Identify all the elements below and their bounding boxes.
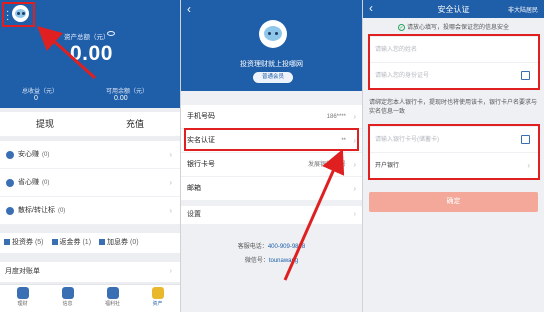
- coupon-item[interactable]: 返金券 (1): [51, 233, 91, 253]
- product-count: (0): [42, 180, 50, 186]
- row-label: 银行卡号: [187, 161, 215, 168]
- screenshot-collage: · · · 资产总额（元） 0.00 总收益（元） 0 可用余额（元） 0.00 提…: [0, 0, 544, 312]
- product-label: 安心赚: [18, 151, 39, 158]
- coupon-item[interactable]: 加息券 (0): [99, 233, 139, 253]
- product-icon: [6, 151, 14, 159]
- confirm-button[interactable]: 确定: [369, 192, 538, 212]
- chevron-right-icon: ›: [169, 178, 172, 187]
- list-item[interactable]: 散标/转让标 (0) ›: [0, 197, 180, 225]
- row-label: 邮箱: [187, 185, 201, 192]
- action-buttons: 提现 充值: [0, 112, 180, 136]
- list-item[interactable]: 安心赚 (0) ›: [0, 141, 180, 169]
- info-icon: [61, 287, 74, 299]
- security-verification-screen: ‹ 安全认证 非大陆居民 ✓ 请放心填写，投哪会保证您的信息安全 请输入您的姓名 …: [363, 0, 544, 312]
- bank-highlight-box: [368, 124, 540, 180]
- earnings-label: 总收益（元）: [22, 89, 59, 95]
- product-icon: [6, 179, 14, 187]
- finance-icon: [16, 287, 29, 299]
- chevron-right-icon: ›: [353, 160, 356, 169]
- email-row[interactable]: 邮箱 ›: [181, 177, 362, 201]
- assets-screen: · · · 资产总额（元） 0.00 总收益（元） 0 可用余额（元） 0.00 提…: [0, 0, 180, 312]
- withdraw-button[interactable]: 提现: [0, 112, 90, 136]
- product-list: 安心赚 (0) › 省心赚 (0) › 散标/转让标 (0) ›: [0, 141, 180, 225]
- profile-screen: ‹ 投资理财就上投哪网 普通会员 手机号码 186**** › 实名认证 ** …: [181, 0, 362, 312]
- avatar[interactable]: [259, 20, 287, 48]
- assets-icon: [151, 287, 164, 299]
- bank-card-hint: 请绑定您本人银行卡，提现时也将使用该卡，银行卡户名要求与实名信息一致: [369, 100, 538, 115]
- total-assets-label: 资产总额（元）: [64, 34, 110, 41]
- bank-card-row[interactable]: 银行卡号 发展银行(尾号 ›: [181, 153, 362, 177]
- list-item[interactable]: 省心赚 (0) ›: [0, 169, 180, 197]
- total-assets-value: 0.00: [70, 42, 113, 65]
- row-value: 186****: [326, 114, 346, 120]
- visibility-eye-icon[interactable]: [107, 31, 115, 36]
- row-value: 发展银行(尾号: [308, 162, 346, 168]
- wechat-id: 微信号：tounawang: [244, 258, 299, 264]
- account-list: 手机号码 186**** › 实名认证 ** › 银行卡号 发展银行(尾号 › …: [181, 105, 362, 201]
- settings-row[interactable]: 设置 ›: [181, 206, 362, 224]
- check-circle-icon: ✓: [397, 24, 405, 31]
- chevron-right-icon: ›: [169, 150, 172, 159]
- real-name-highlight-box: [184, 128, 359, 151]
- service-phone[interactable]: 客服电话：400-909-9888: [181, 241, 362, 250]
- settings-label: 设置: [187, 211, 201, 218]
- product-icon: [6, 207, 14, 215]
- chevron-right-icon: ›: [353, 211, 356, 218]
- coupon-item[interactable]: 投资券 (5): [4, 233, 44, 253]
- chevron-right-icon: ›: [353, 184, 356, 193]
- security-notice: ✓ 请放心填写，投哪会保证您的信息安全: [397, 24, 509, 31]
- coupon-row: 投资券 (5) 返金券 (1) 加息券 (0): [0, 233, 180, 253]
- bottom-tab-bar: 理财 信息 福利社 资产: [0, 284, 180, 312]
- tab-finance[interactable]: 理财: [0, 285, 45, 312]
- slogan: 投资理财就上投哪网: [240, 61, 303, 68]
- profile-header: ‹ 投资理财就上投哪网 普通会员: [181, 0, 362, 91]
- non-mainland-link[interactable]: 非大陆居民: [508, 5, 538, 14]
- balance-value: 0.00: [114, 95, 128, 102]
- back-arrow-icon[interactable]: ‹: [187, 2, 191, 16]
- chevron-right-icon: ›: [169, 268, 172, 275]
- product-count: (0): [42, 152, 50, 158]
- tab-info[interactable]: 信息: [45, 285, 90, 312]
- security-header: ‹ 安全认证 非大陆居民: [363, 0, 544, 18]
- monthly-bill-label: 月度对账单: [5, 268, 40, 275]
- row-label: 手机号码: [187, 113, 215, 120]
- product-label: 散标/转让标: [18, 207, 55, 214]
- balance-label: 可用余额（元）: [106, 89, 149, 95]
- monthly-bill-row[interactable]: 月度对账单 ›: [0, 262, 180, 282]
- tab-assets[interactable]: 资产: [135, 285, 180, 312]
- member-badge[interactable]: 普通会员: [253, 72, 293, 83]
- tab-welfare[interactable]: 福利社: [90, 285, 135, 312]
- phone-row[interactable]: 手机号码 186**** ›: [181, 105, 362, 129]
- recharge-button[interactable]: 充值: [90, 112, 180, 136]
- chevron-right-icon: ›: [169, 206, 172, 215]
- avatar-highlight-box: [2, 2, 35, 27]
- identity-highlight-box: [368, 34, 540, 90]
- chevron-right-icon: ›: [353, 112, 356, 121]
- earnings-value: 0: [34, 95, 38, 102]
- welfare-icon: [106, 287, 119, 299]
- product-label: 省心赚: [18, 179, 39, 186]
- product-count: (0): [57, 208, 66, 214]
